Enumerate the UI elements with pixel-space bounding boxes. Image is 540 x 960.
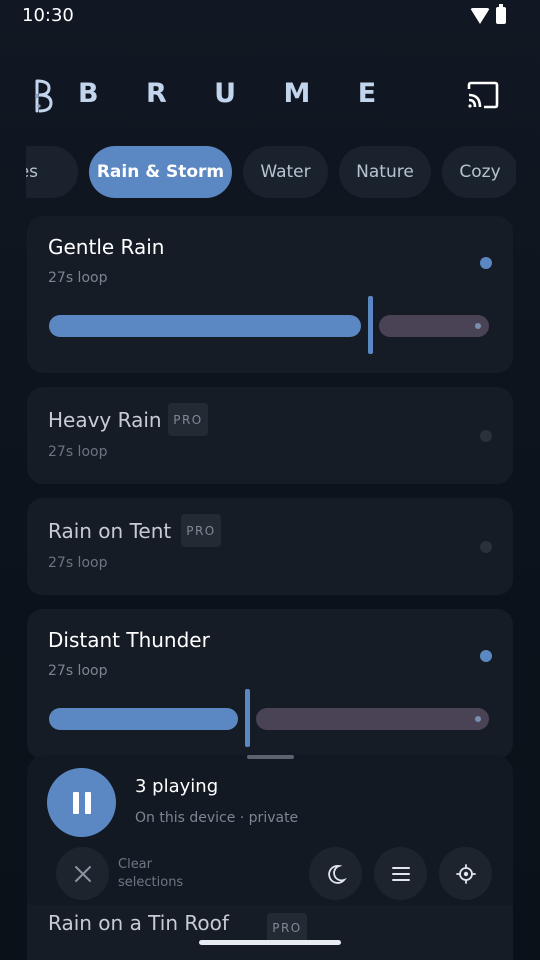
sound-title: Gentle Rain: [48, 235, 165, 259]
volume-fill: [49, 315, 361, 337]
sound-title: Distant Thunder: [48, 628, 210, 652]
wifi-icon: [470, 7, 490, 24]
app-logo-text: B R U M E: [78, 78, 396, 109]
app-header: B R U M E: [0, 74, 540, 118]
sound-title: Heavy Rain: [48, 408, 162, 432]
playing-indicator: [480, 541, 492, 553]
playing-indicator: [480, 650, 492, 662]
sound-title: Rain on Tent: [48, 519, 172, 543]
mix-list-button[interactable]: [374, 847, 427, 900]
category-tabs: nes Rain & Storm Water Nature Cozy: [26, 146, 516, 200]
close-icon: [74, 865, 91, 882]
tab-nature[interactable]: Nature: [339, 146, 431, 198]
volume-track-rest: [379, 315, 489, 337]
home-indicator[interactable]: [199, 940, 341, 945]
sleep-timer-button[interactable]: [309, 847, 362, 900]
status-time: 10:30: [22, 5, 74, 26]
pro-badge: PRO: [168, 403, 208, 436]
playback-location: On this device · private: [135, 810, 299, 826]
tab-previous[interactable]: nes: [26, 146, 78, 198]
logo-icon: [35, 79, 53, 113]
battery-icon: [496, 4, 506, 24]
settings-button[interactable]: [439, 847, 492, 900]
sound-card-rain-on-tin-roof[interactable]: Rain on a Tin Roof PRO: [27, 905, 513, 960]
sound-card-distant-thunder[interactable]: Distant Thunder 27s loop: [27, 609, 513, 759]
tab-cozy[interactable]: Cozy: [442, 146, 516, 198]
tab-rain-storm[interactable]: Rain & Storm: [89, 146, 232, 198]
tab-water[interactable]: Water: [243, 146, 328, 198]
volume-fill: [49, 708, 238, 730]
pro-badge: PRO: [267, 913, 307, 943]
sound-subtitle: 27s loop: [48, 555, 108, 571]
volume-slider[interactable]: [49, 296, 489, 356]
sound-subtitle: 27s loop: [48, 270, 108, 286]
playing-indicator: [480, 257, 492, 269]
sound-subtitle: 27s loop: [48, 444, 108, 460]
playing-count: 3 playing: [135, 776, 219, 797]
slider-thumb[interactable]: [245, 689, 250, 747]
volume-slider[interactable]: [49, 689, 489, 749]
sound-card-rain-on-tent[interactable]: Rain on Tent PRO 27s loop: [27, 498, 513, 595]
clear-selections-label: Clear selections: [118, 857, 184, 890]
sound-title: Rain on a Tin Roof: [48, 911, 229, 935]
slider-thumb[interactable]: [368, 296, 373, 354]
sound-card-heavy-rain[interactable]: Heavy Rain PRO 27s loop: [27, 387, 513, 484]
status-bar: 10:30: [0, 0, 540, 34]
playing-indicator: [480, 430, 492, 442]
clear-selections-button[interactable]: [56, 847, 109, 900]
pause-icon: [72, 791, 79, 814]
sound-card-gentle-rain[interactable]: Gentle Rain 27s loop: [27, 216, 513, 373]
pause-button[interactable]: [47, 768, 116, 837]
settings-icon: [455, 863, 476, 884]
status-icons: [470, 4, 506, 24]
pro-badge: PRO: [181, 514, 221, 547]
volume-track-rest: [256, 708, 489, 730]
menu-icon: [391, 866, 410, 881]
cast-icon[interactable]: [466, 80, 500, 110]
sound-subtitle: 27s loop: [48, 663, 108, 679]
moon-icon: [327, 864, 347, 884]
sheet-drag-handle[interactable]: [247, 755, 294, 759]
